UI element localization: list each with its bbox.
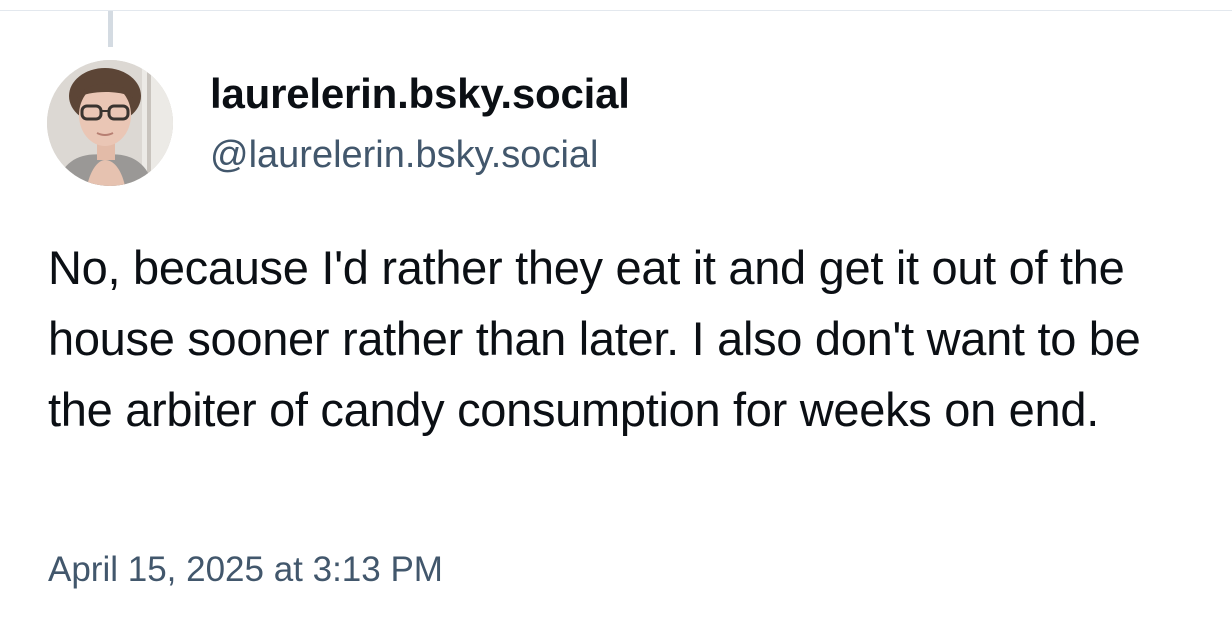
avatar-image — [47, 60, 173, 186]
avatar[interactable] — [47, 60, 173, 186]
thread-connector-line — [108, 11, 113, 47]
user-handle[interactable]: @laurelerin.bsky.social — [210, 134, 598, 177]
post-timestamp[interactable]: April 15, 2025 at 3:13 PM — [48, 550, 443, 590]
post-text: No, because I'd rather they eat it and g… — [48, 241, 1141, 436]
display-name[interactable]: laurelerin.bsky.social — [210, 70, 630, 118]
top-divider — [0, 10, 1232, 11]
